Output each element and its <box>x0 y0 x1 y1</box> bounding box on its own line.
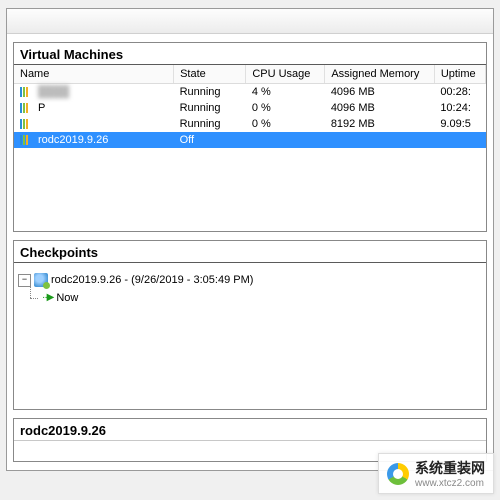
vm-detail-title: rodc2019.9.26 <box>14 419 486 440</box>
checkpoints-panel: Checkpoints − rodc2019.9.26 - (9/26/2019… <box>13 240 487 410</box>
vm-cpu: 4 % <box>246 84 325 101</box>
vm-name: P <box>38 102 45 114</box>
virtual-machines-title: Virtual Machines <box>14 43 486 64</box>
vm-table[interactable]: Name State CPU Usage Assigned Memory Upt… <box>14 65 486 148</box>
col-header-name[interactable]: Name <box>14 65 174 84</box>
divider <box>14 440 486 441</box>
vm-cpu: 0 % <box>246 100 325 116</box>
checkpoint-label: rodc2019.9.26 - (9/26/2019 - 3:05:49 PM) <box>51 271 253 289</box>
vm-uptime: 9.09:5 <box>434 116 485 132</box>
table-row[interactable]: P Running0 %4096 MB10:24: <box>14 100 486 116</box>
vm-mem <box>325 132 435 148</box>
vm-cpu: 0 % <box>246 116 325 132</box>
watermark: 系统重装网 www.xtcz2.com <box>378 453 494 494</box>
checkpoints-title: Checkpoints <box>14 241 486 262</box>
checkpoint-now-node[interactable]: ··▶ Now <box>18 289 482 307</box>
watermark-title: 系统重装网 <box>415 460 485 476</box>
checkpoint-icon <box>34 273 48 287</box>
vm-icon <box>20 135 34 145</box>
vm-uptime: 10:24: <box>434 100 485 116</box>
toolbar-area <box>7 9 493 34</box>
vm-uptime: 00:28: <box>434 84 485 101</box>
vm-state: Running <box>174 84 246 101</box>
table-row[interactable]: Running0 %8192 MB9.09:5 <box>14 116 486 132</box>
vm-icon <box>20 87 34 97</box>
vm-state: Running <box>174 116 246 132</box>
checkpoint-tree[interactable]: − rodc2019.9.26 - (9/26/2019 - 3:05:49 P… <box>14 263 486 315</box>
vm-state: Running <box>174 100 246 116</box>
vm-icon <box>20 119 34 129</box>
vm-mem: 8192 MB <box>325 116 435 132</box>
vm-uptime <box>434 132 485 148</box>
vm-name: ████ <box>38 86 69 98</box>
col-header-memory[interactable]: Assigned Memory <box>325 65 435 84</box>
col-header-uptime[interactable]: Uptime <box>434 65 485 84</box>
table-row[interactable]: ████ Running4 %4096 MB00:28: <box>14 84 486 101</box>
vm-mem: 4096 MB <box>325 84 435 101</box>
now-icon: ··▶ <box>42 289 53 307</box>
watermark-url: www.xtcz2.com <box>415 478 485 489</box>
vm-icon <box>20 103 34 113</box>
vm-state: Off <box>174 132 246 148</box>
vm-name: rodc2019.9.26 <box>38 134 108 146</box>
col-header-state[interactable]: State <box>174 65 246 84</box>
virtual-machines-panel: Virtual Machines Name State CPU Usage As… <box>13 42 487 232</box>
vm-cpu <box>246 132 325 148</box>
now-label: Now <box>56 289 78 307</box>
col-header-cpu[interactable]: CPU Usage <box>246 65 325 84</box>
watermark-logo-icon <box>387 463 409 485</box>
checkpoint-node[interactable]: − rodc2019.9.26 - (9/26/2019 - 3:05:49 P… <box>18 271 482 289</box>
vm-mem: 4096 MB <box>325 100 435 116</box>
table-row[interactable]: rodc2019.9.26 Off <box>14 132 486 148</box>
